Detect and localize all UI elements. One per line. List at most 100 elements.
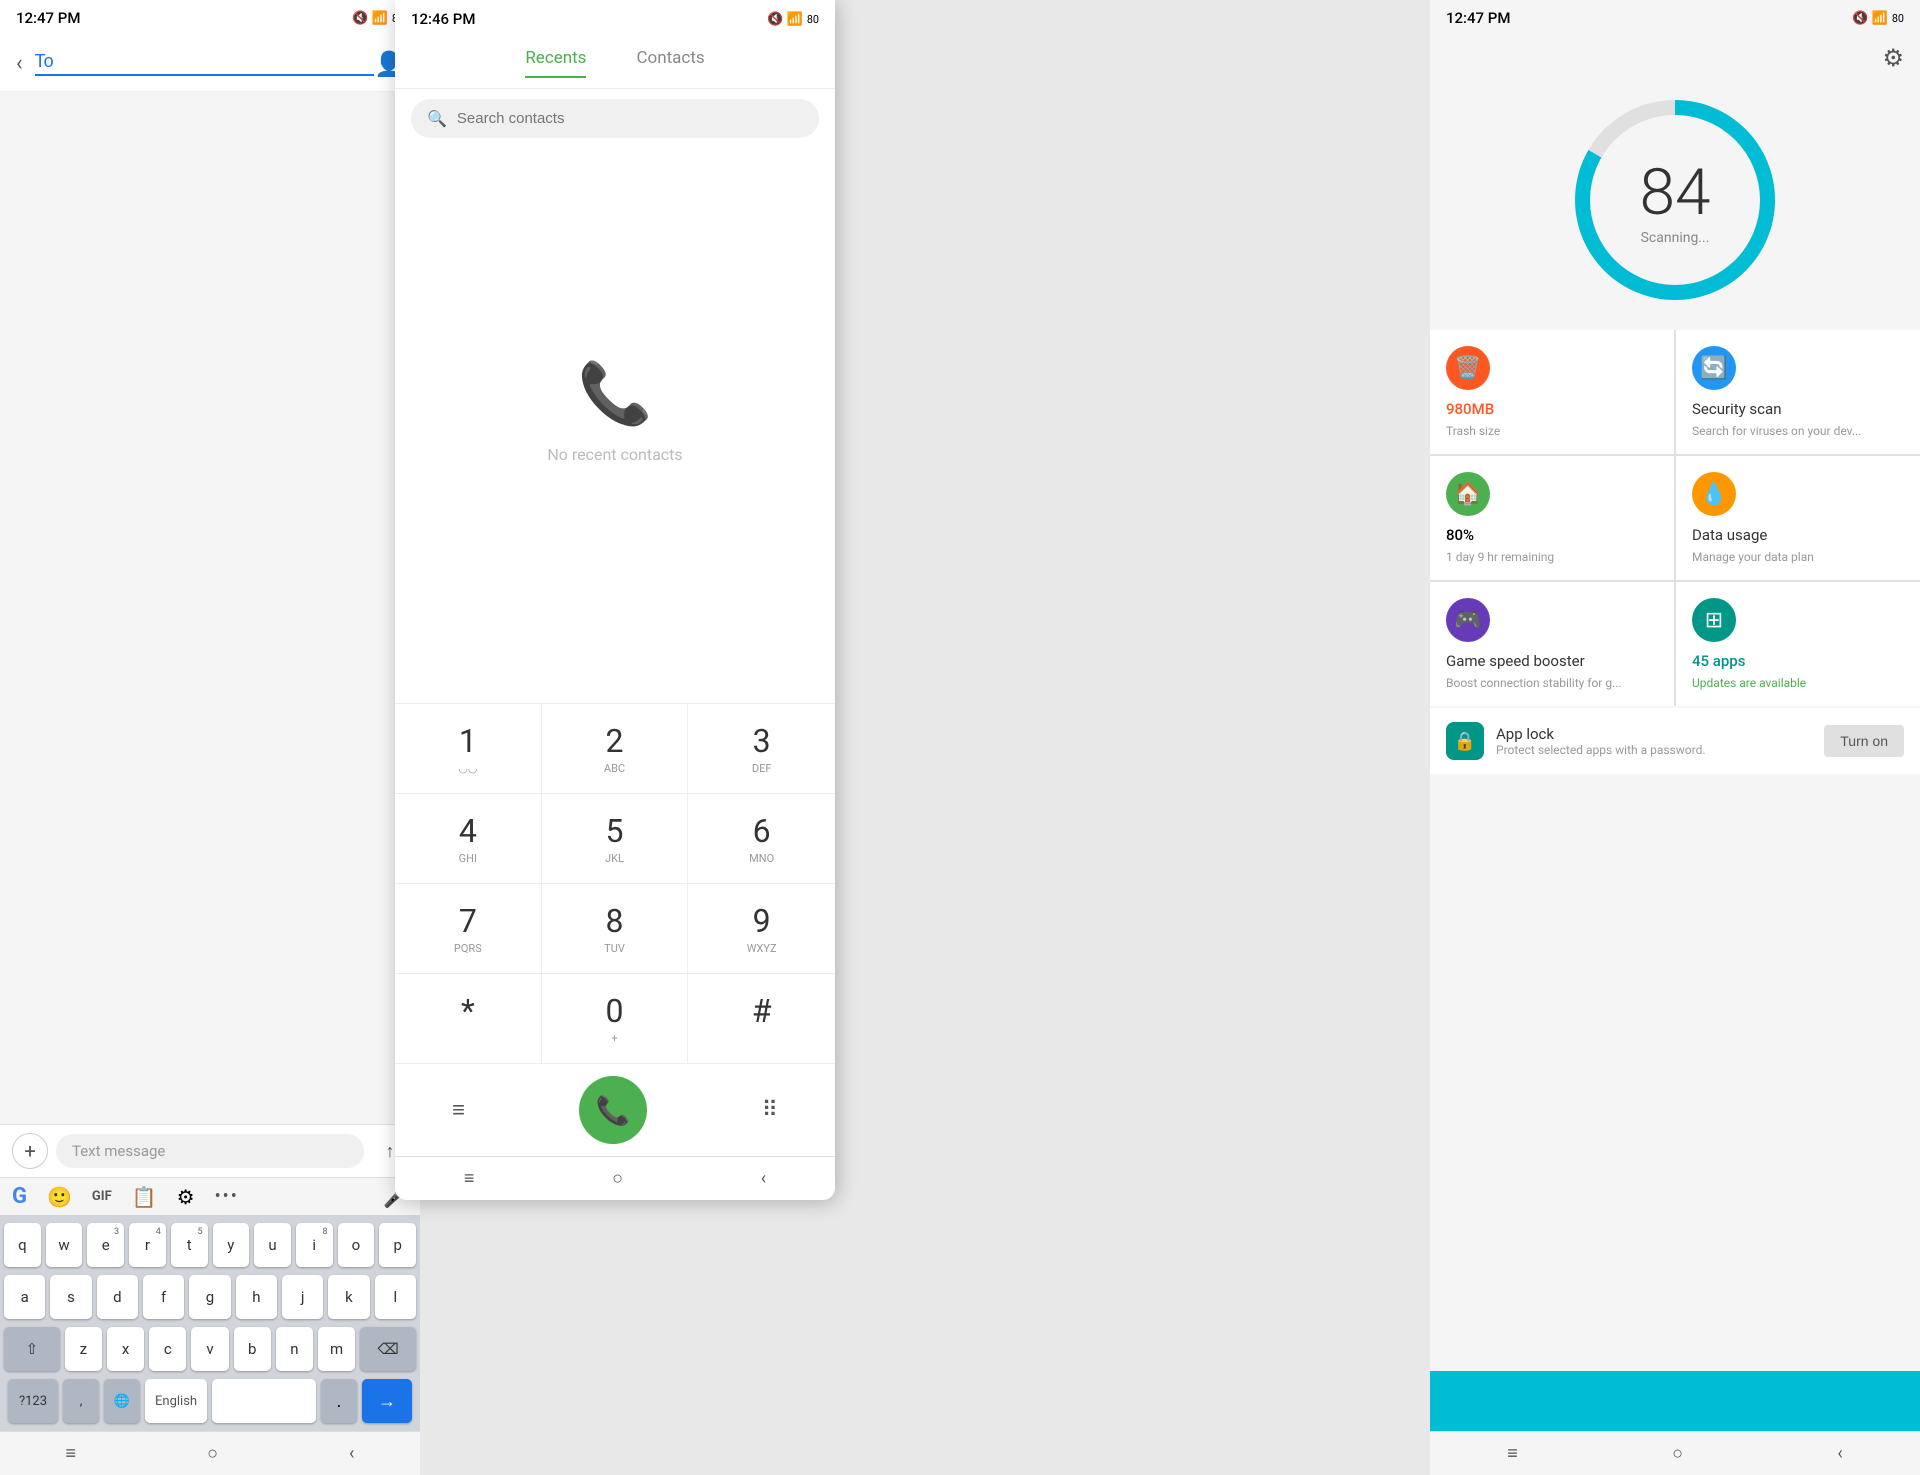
- key-w[interactable]: w: [46, 1223, 83, 1267]
- call-button[interactable]: 📞: [579, 1076, 647, 1144]
- key-globe[interactable]: 🌐: [104, 1379, 140, 1423]
- key-c[interactable]: c: [149, 1327, 186, 1371]
- numpad-key-9[interactable]: 9 WXYZ: [688, 884, 835, 974]
- data-title: Data usage: [1692, 526, 1904, 544]
- key-s[interactable]: s: [50, 1275, 91, 1319]
- numpad-key-4[interactable]: 4 GHI: [395, 794, 542, 884]
- key-v[interactable]: v: [191, 1327, 228, 1371]
- game-booster-card[interactable]: 🎮 Game speed booster Boost connection st…: [1430, 582, 1674, 706]
- numpad-key-2[interactable]: 2 ABC: [542, 704, 689, 794]
- turn-on-button[interactable]: Turn on: [1824, 725, 1904, 757]
- updates-count: 45 apps: [1692, 652, 1904, 670]
- key-f[interactable]: f: [143, 1275, 184, 1319]
- key-shift[interactable]: ⇧: [4, 1327, 60, 1371]
- clipboard-icon[interactable]: 📋: [132, 1185, 157, 1209]
- security-icon: 🔄: [1692, 346, 1736, 390]
- battery-percent: 80%: [1446, 526, 1658, 544]
- nav-home-icon[interactable]: ○: [207, 1443, 218, 1464]
- scan-status: Scanning...: [1640, 230, 1711, 246]
- key-space[interactable]: [212, 1379, 316, 1423]
- key-language[interactable]: English: [145, 1379, 207, 1423]
- gif-button[interactable]: GIF: [92, 1189, 112, 1204]
- key-x[interactable]: x: [107, 1327, 144, 1371]
- security-scan-card[interactable]: 🔄 Security scan Search for viruses on yo…: [1676, 330, 1920, 454]
- keyboard-toolbar: G 🙂 GIF 📋 ⚙ ••• 🎤: [0, 1177, 420, 1215]
- numpad-key-7[interactable]: 7 PQRS: [395, 884, 542, 974]
- key-z[interactable]: z: [65, 1327, 102, 1371]
- key-o[interactable]: o: [338, 1223, 375, 1267]
- dialer-search-bar: 🔍: [411, 99, 819, 138]
- numpad-key-6[interactable]: 6 MNO: [688, 794, 835, 884]
- tab-contacts[interactable]: Contacts: [636, 48, 704, 78]
- dialer-tabs: Recents Contacts: [395, 38, 835, 89]
- numpad-key-hash[interactable]: #: [688, 974, 835, 1064]
- key-backspace[interactable]: ⌫: [360, 1327, 416, 1371]
- key-l[interactable]: l: [375, 1275, 416, 1319]
- key-123[interactable]: ?123: [8, 1379, 58, 1423]
- data-usage-card[interactable]: 💧 Data usage Manage your data plan: [1676, 456, 1920, 580]
- lock-title: App lock: [1496, 725, 1812, 743]
- numpad-key-0[interactable]: 0 +: [542, 974, 689, 1064]
- key-g[interactable]: g: [189, 1275, 230, 1319]
- numpad-key-8[interactable]: 8 TUV: [542, 884, 689, 974]
- left-status-bar: 12:47 PM 🔇 📶 80: [0, 0, 420, 36]
- key-t[interactable]: t5: [171, 1223, 208, 1267]
- trash-label: Trash size: [1446, 424, 1658, 438]
- key-i[interactable]: i8: [296, 1223, 333, 1267]
- key-n[interactable]: n: [276, 1327, 313, 1371]
- key-h[interactable]: h: [236, 1275, 277, 1319]
- dialer-nav-back[interactable]: ‹: [761, 1168, 766, 1189]
- lock-icon: 🔒: [1446, 722, 1484, 760]
- settings-button[interactable]: ⚙: [1882, 44, 1904, 72]
- search-contacts-input[interactable]: [457, 110, 803, 127]
- key-comma[interactable]: ,: [63, 1379, 99, 1423]
- attach-button[interactable]: +: [12, 1133, 48, 1169]
- message-text-input[interactable]: Text message: [56, 1134, 364, 1168]
- security-title: Security scan: [1692, 400, 1904, 418]
- key-a[interactable]: a: [4, 1275, 45, 1319]
- key-k[interactable]: k: [328, 1275, 369, 1319]
- scan-circle[interactable]: 84 Scanning...: [1575, 100, 1775, 300]
- key-y[interactable]: y: [213, 1223, 250, 1267]
- right-nav-home[interactable]: ○: [1672, 1443, 1683, 1464]
- key-j[interactable]: j: [282, 1275, 323, 1319]
- key-d[interactable]: d: [97, 1275, 138, 1319]
- keyboard-row-2: a s d f g h j k l: [4, 1275, 416, 1319]
- key-p[interactable]: p: [379, 1223, 416, 1267]
- right-nav-menu[interactable]: ≡: [1507, 1443, 1518, 1464]
- to-field[interactable]: [35, 51, 375, 76]
- key-enter[interactable]: →: [362, 1379, 412, 1423]
- settings-icon[interactable]: ⚙: [177, 1185, 195, 1209]
- dialpad-grid-icon[interactable]: ⠿: [762, 1098, 778, 1123]
- key-r[interactable]: r4: [129, 1223, 166, 1267]
- tab-recents[interactable]: Recents: [525, 48, 586, 78]
- sticker-icon[interactable]: 🙂: [47, 1185, 72, 1209]
- back-button[interactable]: ‹: [16, 51, 23, 76]
- numpad-key-5[interactable]: 5 JKL: [542, 794, 689, 884]
- key-e[interactable]: e3: [87, 1223, 124, 1267]
- dialer-nav-menu[interactable]: ≡: [464, 1168, 475, 1189]
- google-icon[interactable]: G: [12, 1184, 27, 1209]
- dialpad-menu-icon[interactable]: ≡: [452, 1097, 465, 1123]
- trash-card[interactable]: 🗑️ 980MB Trash size: [1430, 330, 1674, 454]
- updates-sub: Updates are available: [1692, 676, 1904, 690]
- numpad-key-3[interactable]: 3 DEF: [688, 704, 835, 794]
- numpad-key-star[interactable]: *: [395, 974, 542, 1064]
- battery-card[interactable]: 🏠 80% 1 day 9 hr remaining: [1430, 456, 1674, 580]
- more-options[interactable]: •••: [215, 1186, 239, 1207]
- nav-back-icon[interactable]: ‹: [349, 1443, 354, 1464]
- no-contacts-text: No recent contacts: [547, 445, 682, 464]
- key-q[interactable]: q: [4, 1223, 41, 1267]
- nav-menu-icon[interactable]: ≡: [66, 1443, 77, 1464]
- numpad-key-1[interactable]: 1 ◡◡: [395, 704, 542, 794]
- dialer-nav-home[interactable]: ○: [612, 1168, 623, 1189]
- scan-circle-area: 84 Scanning...: [1430, 80, 1920, 330]
- updates-card[interactable]: ⊞ 45 apps Updates are available: [1676, 582, 1920, 706]
- left-nav-bar: ≡ ○ ‹: [0, 1431, 420, 1475]
- key-m[interactable]: m: [318, 1327, 355, 1371]
- right-nav-back[interactable]: ‹: [1837, 1443, 1842, 1464]
- key-b[interactable]: b: [234, 1327, 271, 1371]
- sms-header: ‹ 👤: [0, 36, 420, 92]
- key-u[interactable]: u: [254, 1223, 291, 1267]
- key-period[interactable]: .: [321, 1379, 357, 1423]
